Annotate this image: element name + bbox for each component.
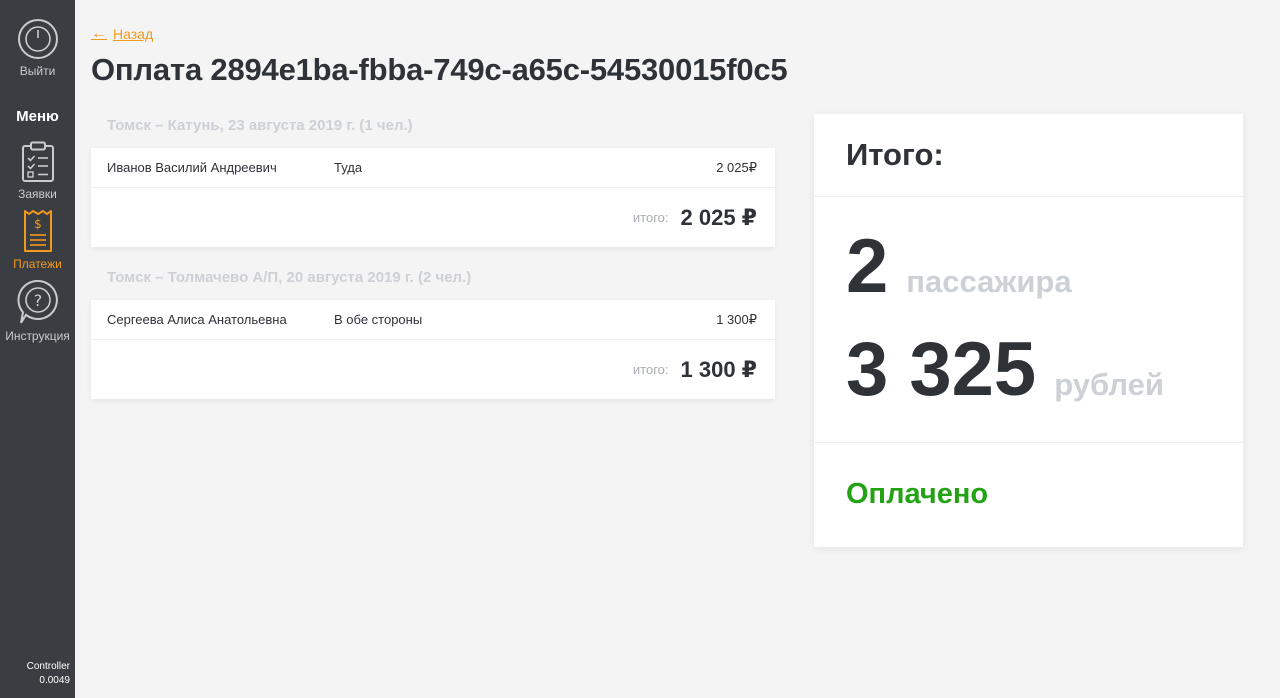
passenger-price: 1 300₽ (716, 311, 757, 327)
trip-total-value: 2 025 ₽ (680, 204, 757, 230)
sidebar-item-help-label: Инструкция (5, 329, 70, 343)
version-app-name: Controller (26, 661, 70, 672)
trip-total: итого: 2 025 ₽ (91, 188, 775, 247)
passengers-unit: пассажира (906, 264, 1072, 299)
trip-card: Сергеева Алиса Анатольевна В обе стороны… (91, 300, 775, 399)
total-amount: 3 325 (846, 327, 1037, 412)
summary-panel: Итого: 2 пассажира 3 325 рублей Оплачено (814, 114, 1243, 547)
trip-total: итого: 1 300 ₽ (91, 340, 775, 399)
version-number: 0.0049 (39, 675, 70, 686)
sidebar-item-help[interactable]: ? Инструкция (0, 279, 75, 343)
clipboard-icon (21, 141, 54, 182)
passenger-direction: В обе стороны (334, 312, 423, 327)
app-version: Controller 0.0049 (0, 660, 70, 688)
logout-label: Выйти (19, 64, 56, 78)
logout-button[interactable]: Выйти (0, 18, 75, 78)
arrow-left-icon: ← (91, 25, 107, 42)
passenger-name: Иванов Василий Андреевич (107, 160, 277, 175)
sidebar-item-requests[interactable]: Заявки (0, 141, 75, 201)
back-link-label: Назад (113, 26, 154, 42)
amount-summary: 3 325 рублей (846, 332, 1164, 408)
trip-total-label: итого: (632, 362, 669, 377)
back-link[interactable]: ← Назад (91, 25, 153, 43)
power-icon (17, 19, 58, 59)
menu-title: Меню (16, 108, 59, 125)
page-title: Оплата 2894e1ba-fbba-749c-a65c-54530015f… (91, 52, 788, 87)
sidebar-item-payments[interactable]: $ Платежи (0, 209, 75, 271)
passengers-summary: 2 пассажира (846, 229, 1072, 305)
summary-title: Итого: (814, 114, 1243, 197)
sidebar-item-requests-label: Заявки (18, 187, 57, 201)
trip-total-label: итого: (632, 210, 669, 225)
svg-text:$: $ (34, 217, 42, 231)
trip-card: Иванов Василий Андреевич Туда 2 025₽ ито… (91, 148, 775, 247)
sidebar: Выйти Меню Заявки $ Платежи ? Инструкция… (0, 0, 75, 698)
receipt-icon: $ (23, 210, 52, 252)
svg-text:?: ? (33, 291, 42, 310)
summary-body: 2 пассажира 3 325 рублей (814, 197, 1243, 443)
amount-unit: рублей (1054, 367, 1164, 402)
payment-status: Оплачено (846, 478, 989, 510)
passenger-row: Иванов Василий Андреевич Туда 2 025₽ (91, 148, 775, 188)
trip-title: Томск – Катунь, 23 августа 2019 г. (1 че… (107, 117, 413, 134)
passenger-row: Сергеева Алиса Анатольевна В обе стороны… (91, 300, 775, 340)
passengers-count: 2 (846, 224, 889, 309)
trip-total-value: 1 300 ₽ (680, 356, 757, 382)
passenger-price: 2 025₽ (716, 159, 757, 175)
help-icon: ? (16, 279, 58, 324)
passenger-direction: Туда (334, 160, 363, 175)
trip-title: Томск – Толмачево А/П, 20 августа 2019 г… (107, 269, 472, 286)
passenger-name: Сергеева Алиса Анатольевна (107, 312, 287, 327)
sidebar-item-payments-label: Платежи (13, 257, 62, 271)
